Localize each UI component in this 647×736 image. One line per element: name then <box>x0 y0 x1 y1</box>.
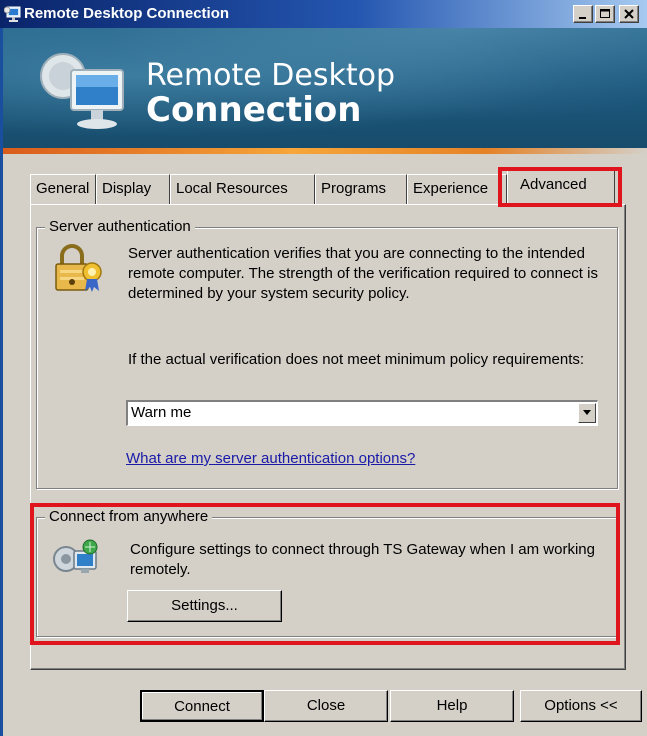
banner-title-line2: Connection <box>146 90 362 130</box>
help-button[interactable]: Help <box>390 690 514 722</box>
remote-desktop-window: Remote Desktop Connection Remote Desktop… <box>0 0 647 736</box>
tab-display[interactable]: Display <box>96 174 170 204</box>
tab-programs[interactable]: Programs <box>315 174 407 204</box>
server-authentication-label: Server authentication <box>45 218 195 235</box>
minimize-icon <box>579 17 586 19</box>
settings-button[interactable]: Settings... <box>127 590 282 622</box>
authentication-dropdown-value: Warn me <box>131 404 192 421</box>
maximize-icon <box>600 9 610 18</box>
remote-desktop-logo-icon <box>40 53 124 129</box>
banner-stripe <box>3 148 647 154</box>
close-button[interactable]: Close <box>264 690 388 722</box>
ts-gateway-icon <box>53 539 98 573</box>
maximize-button[interactable] <box>595 5 615 23</box>
connect-anywhere-description: Configure settings to connect through TS… <box>130 541 595 578</box>
tab-general[interactable]: General <box>30 174 96 204</box>
close-icon <box>624 9 634 19</box>
title-bar[interactable]: Remote Desktop Connection <box>0 0 647 28</box>
advanced-tab-highlight <box>498 167 622 207</box>
connect-button[interactable]: Connect <box>140 690 264 722</box>
tab-experience[interactable]: Experience <box>407 174 507 204</box>
dropdown-arrow-button[interactable] <box>578 403 596 423</box>
policy-prompt: If the actual verification does not meet… <box>128 351 585 368</box>
authentication-dropdown[interactable]: Warn me <box>126 400 598 426</box>
options-button[interactable]: Options << <box>520 690 642 722</box>
close-window-button[interactable] <box>619 5 639 23</box>
remote-desktop-app-icon <box>3 5 22 23</box>
banner: Remote Desktop Connection <box>3 28 647 148</box>
banner-title-line1: Remote Desktop <box>146 58 396 93</box>
server-auth-description: Server authentication verifies that you … <box>128 245 598 302</box>
lock-certificate-icon <box>55 244 102 292</box>
minimize-button[interactable] <box>573 5 593 23</box>
window-title: Remote Desktop Connection <box>24 5 230 22</box>
server-auth-options-link[interactable]: What are my server authentication option… <box>126 450 415 467</box>
chevron-down-icon <box>583 410 591 415</box>
tab-local-resources[interactable]: Local Resources <box>170 174 315 204</box>
